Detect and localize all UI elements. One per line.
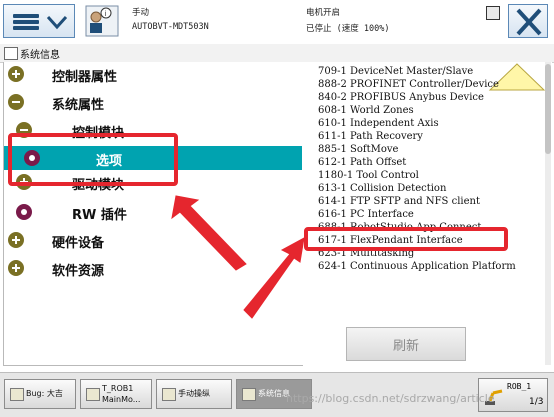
option-item: 885-1 SoftMove xyxy=(318,144,399,155)
expand-icon[interactable] xyxy=(8,232,24,248)
option-item: 624-1 Continuous Application Platform xyxy=(318,261,516,272)
task-label-line1: T_ROB1 xyxy=(102,384,134,393)
speed-label: 1/3 xyxy=(529,397,544,407)
task-label: T_ROB1 MainMo... xyxy=(102,383,140,405)
mechanical-unit-label: ROB_1 xyxy=(507,382,532,391)
tree-item-rw-plugins[interactable]: RW 插件 xyxy=(4,200,302,224)
main-menu-button[interactable] xyxy=(3,4,75,38)
tree-item-label: RW 插件 xyxy=(72,208,127,223)
option-item: 1180-1 Tool Control xyxy=(318,170,419,181)
option-item: 616-1 PC Interface xyxy=(318,209,414,220)
chevron-down-icon xyxy=(46,15,68,30)
option-item: 613-1 Collision Detection xyxy=(318,183,447,194)
highlight-box-options xyxy=(8,133,178,186)
close-icon xyxy=(516,8,542,36)
window-icon xyxy=(162,388,176,401)
mode-text: 手动 xyxy=(132,8,150,18)
expand-icon[interactable] xyxy=(8,66,24,82)
options-list: 709-1 DeviceNet Master/Slave 888-2 PROFI… xyxy=(302,62,552,365)
watermark-text: https://blog.csdn.net/sdrzwang/article xyxy=(286,392,495,405)
option-item: 608-1 World Zones xyxy=(318,105,414,116)
leaf-icon xyxy=(16,204,32,220)
controller-name: AUTOBVT-MDT503N xyxy=(132,22,209,32)
option-item: 611-1 Path Recovery xyxy=(318,131,423,142)
window-icon xyxy=(242,388,256,401)
tree-item-label: 系统属性 xyxy=(52,98,105,113)
option-item: 614-1 FTP SFTP and NFS client xyxy=(318,196,480,207)
collapse-icon[interactable] xyxy=(8,94,24,110)
event-log-icon[interactable] xyxy=(486,6,500,20)
tree-item-hardware[interactable]: 硬件设备 xyxy=(4,228,302,252)
svg-text:i: i xyxy=(105,10,107,18)
tree-item-label: 硬件设备 xyxy=(52,236,105,251)
option-item: 840-2 PROFIBUS Anybus Device xyxy=(318,92,484,103)
run-state: 已停止 (速度 100%) xyxy=(306,24,390,34)
window-icon xyxy=(86,388,100,401)
menu-icon xyxy=(13,14,39,30)
highlight-box-flexpendant xyxy=(304,227,508,251)
tree-panel: 控制器属性 系统属性 控制模块 选项 驱动模块 RW 插件 硬件设备 软件资源 xyxy=(3,62,303,366)
operator-status-icon[interactable]: i xyxy=(84,4,120,38)
option-item: 612-1 Path Offset xyxy=(318,157,407,168)
task-label: Bug: 大吉 xyxy=(26,389,63,398)
expand-icon[interactable] xyxy=(8,260,24,276)
task-label: 手动操纵 xyxy=(178,389,210,398)
top-bar: i 手动 AUTOBVT-MDT503N 电机开启 已停止 (速度 100%) xyxy=(0,0,554,45)
tree-item-label: 控制器属性 xyxy=(52,70,118,85)
page-title-bar: 系统信息 xyxy=(0,44,554,63)
window-icon xyxy=(10,388,24,401)
system-info-icon xyxy=(4,47,18,60)
refresh-button[interactable]: 刷新 xyxy=(346,327,466,361)
scrollbar-thumb[interactable] xyxy=(545,64,551,154)
option-item: 709-1 DeviceNet Master/Slave xyxy=(318,66,474,77)
option-item: 610-1 Independent Axis xyxy=(318,118,439,129)
motor-state: 电机开启 xyxy=(306,8,341,18)
page-title: 系统信息 xyxy=(20,50,60,61)
task-button-production[interactable]: Bug: 大吉 xyxy=(4,379,76,409)
close-button[interactable] xyxy=(508,4,548,38)
task-button-rapid-editor[interactable]: T_ROB1 MainMo... xyxy=(80,379,152,409)
tree-item-software[interactable]: 软件资源 xyxy=(4,256,302,280)
task-label-line2: MainMo... xyxy=(102,395,141,404)
tree-item-system-properties[interactable]: 系统属性 xyxy=(4,90,302,114)
tree-item-label: 软件资源 xyxy=(52,264,105,279)
option-item: 888-2 PROFINET Controller/Device xyxy=(318,79,499,90)
tree-item-controller-properties[interactable]: 控制器属性 xyxy=(4,62,302,86)
task-button-jogging[interactable]: 手动操纵 xyxy=(156,379,232,409)
